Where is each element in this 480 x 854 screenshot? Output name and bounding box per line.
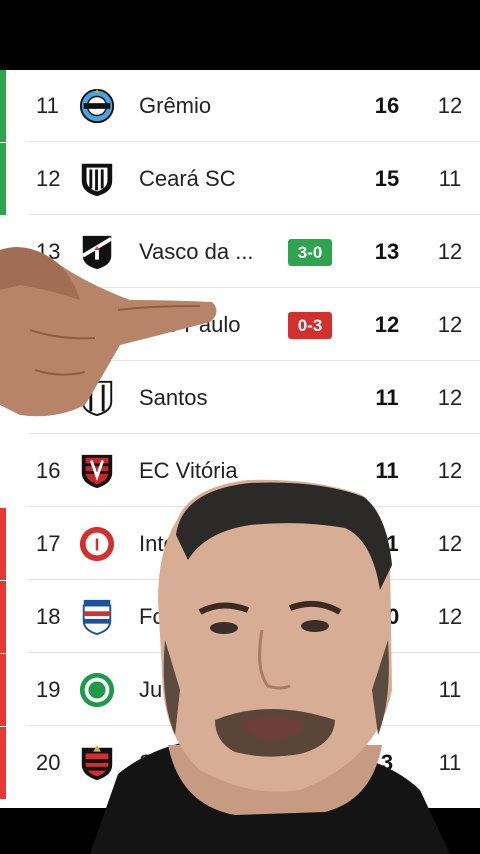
- club-name: Ju: [139, 677, 163, 702]
- club-name: Grêmio: [139, 93, 212, 118]
- relegation-zone-indicator: [0, 508, 6, 580]
- club-name: Sp: [139, 750, 166, 775]
- points: 11: [375, 385, 399, 410]
- points: 13: [374, 239, 400, 264]
- position: 11: [36, 93, 59, 118]
- row-divider: [28, 433, 480, 434]
- games-played: 12: [437, 312, 463, 337]
- games-played: 12: [437, 458, 463, 483]
- libertadores-zone-indicator: [0, 70, 6, 142]
- row-divider: [28, 141, 480, 142]
- points: 11: [375, 531, 399, 556]
- table-row[interactable]: 16 EC Vitória 11 12: [0, 435, 480, 507]
- relegation-zone-indicator: [0, 654, 6, 726]
- sport-crest-icon: [81, 744, 113, 781]
- games-played: 12: [437, 604, 463, 629]
- position: 20: [36, 750, 61, 775]
- position: [36, 289, 66, 361]
- club-name: Vasco da ...: [139, 239, 254, 264]
- row-divider: [28, 214, 480, 215]
- last-result-badge: 0-3: [288, 312, 332, 339]
- row-divider: [28, 360, 480, 361]
- points: 11: [375, 458, 399, 483]
- santos-crest-icon: [81, 380, 113, 417]
- table-row[interactable]: 18 For 10 12: [0, 581, 480, 653]
- last-result-badge: 3-0: [288, 239, 332, 266]
- row-divider: [28, 725, 480, 726]
- row-divider: [28, 579, 480, 580]
- gremio-crest-icon: [79, 88, 115, 124]
- games-played: 12: [437, 239, 463, 264]
- standings-table: 11 Grêmio 16 12 12 Ceará SC 15 11 13 Vas…: [0, 70, 480, 808]
- table-row[interactable]: Santos 11 12: [0, 362, 480, 434]
- games-played: 12: [437, 385, 463, 410]
- position: 13: [36, 239, 61, 264]
- relegation-zone-indicator: [0, 727, 6, 799]
- position: 16: [36, 458, 61, 483]
- games-played: 11: [438, 166, 462, 191]
- vasco-crest-icon: [81, 235, 113, 270]
- juventude-crest-icon: [79, 672, 115, 708]
- games-played: 12: [437, 531, 463, 556]
- video-bottom-bar: [0, 808, 480, 854]
- points: 15: [374, 166, 400, 191]
- games-played: 12: [437, 93, 463, 118]
- club-name: Ceará SC: [139, 166, 236, 191]
- position: 12: [36, 166, 61, 191]
- club-name: Interr: [139, 531, 191, 556]
- club-name: For: [139, 604, 172, 629]
- table-row[interactable]: 20 Sp 3 11: [0, 727, 480, 799]
- club-name: EC Vitória: [139, 458, 238, 483]
- games-played: 11: [438, 677, 462, 702]
- club-name: Santos: [139, 385, 208, 410]
- table-row[interactable]: 17 I Interr 11 12: [0, 508, 480, 580]
- table-row[interactable]: 13 Vasco da ... 3-0 13 12: [0, 216, 480, 288]
- internacional-crest-icon: I: [79, 526, 115, 562]
- table-row[interactable]: 11 Grêmio 16 12: [0, 70, 480, 142]
- position: [36, 362, 66, 434]
- position: 17: [36, 531, 61, 556]
- spfc-crest-icon: [79, 306, 115, 344]
- club-name: São Paulo: [139, 312, 241, 337]
- points: 10: [374, 604, 400, 629]
- libertadores-zone-indicator: [0, 143, 6, 215]
- row-divider: [28, 652, 480, 653]
- table-row[interactable]: São Paulo 0-3 12 12: [0, 289, 480, 361]
- position: 18: [36, 604, 61, 629]
- points: 16: [374, 93, 400, 118]
- table-row[interactable]: 12 Ceará SC 15 11: [0, 143, 480, 215]
- row-divider: [28, 506, 480, 507]
- points: 3: [380, 750, 394, 775]
- fortaleza-crest-icon: [82, 599, 112, 636]
- relegation-zone-indicator: [0, 581, 6, 653]
- svg-text:I: I: [95, 536, 100, 555]
- row-divider: [28, 287, 480, 288]
- ceara-crest-icon: [81, 163, 113, 197]
- vitoria-crest-icon: [81, 454, 113, 489]
- points: 12: [374, 312, 400, 337]
- position: 19: [36, 677, 61, 702]
- points: [366, 654, 408, 726]
- games-played: 11: [438, 750, 462, 775]
- table-row[interactable]: 19 Ju 11: [0, 654, 480, 726]
